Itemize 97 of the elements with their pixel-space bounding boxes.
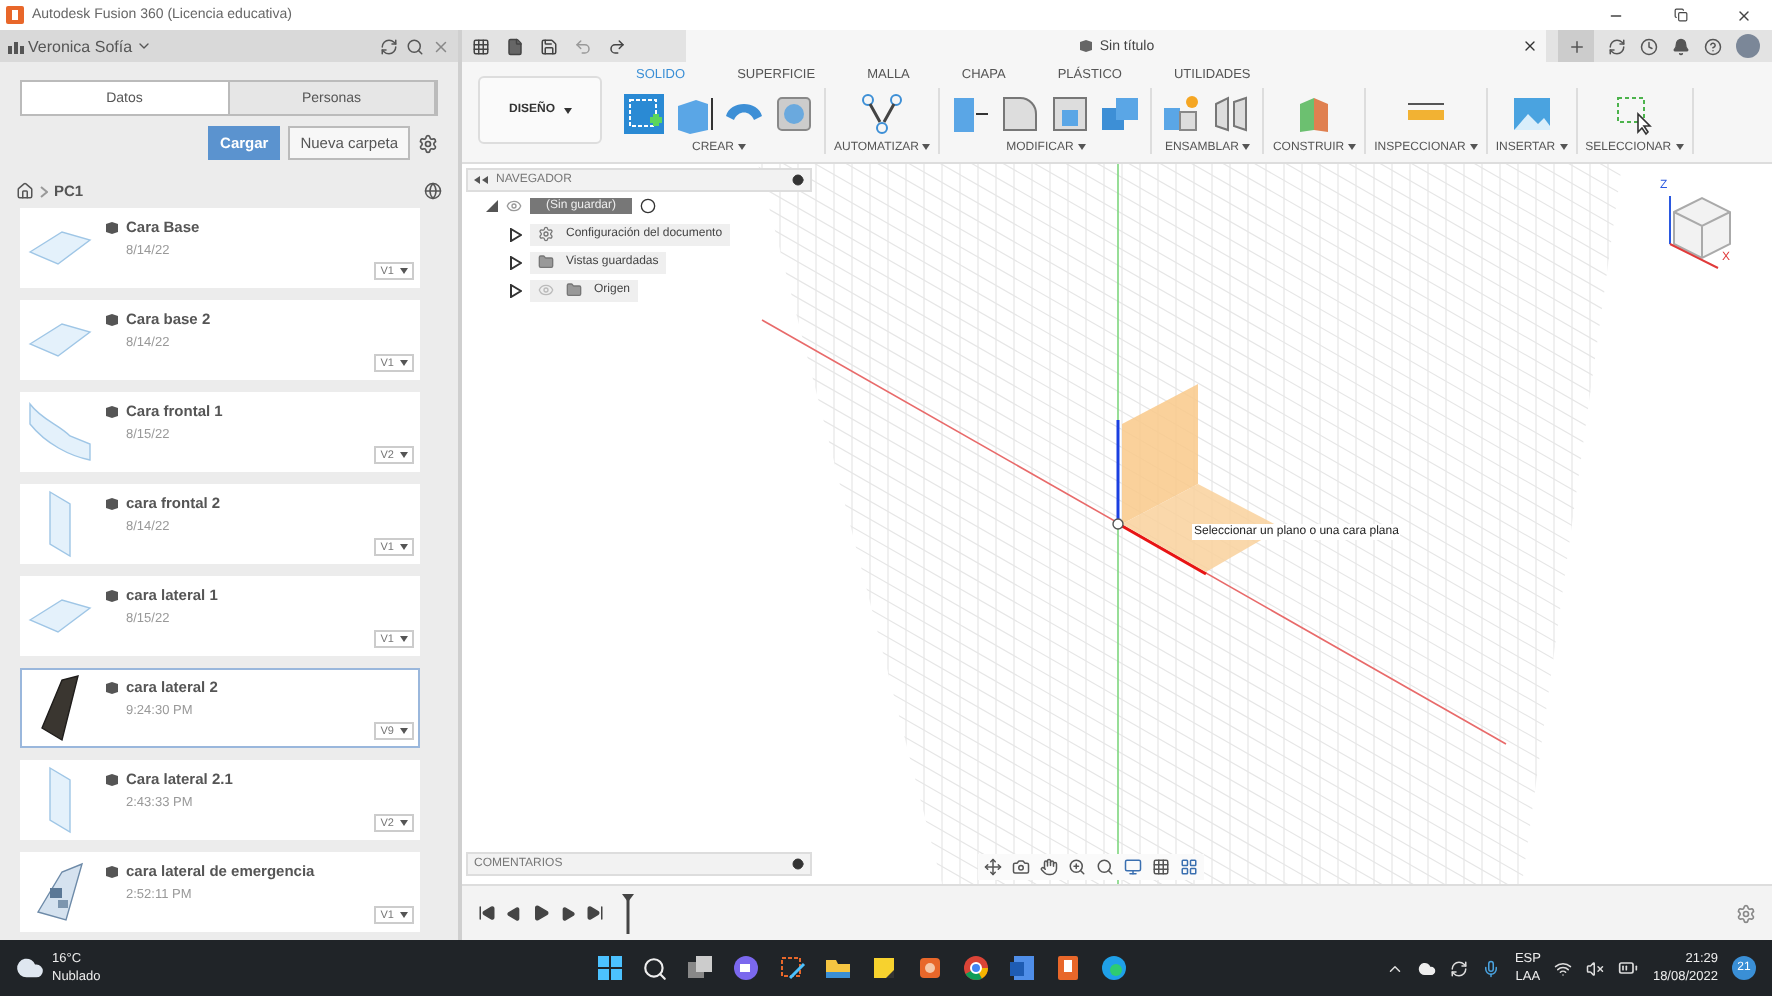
sync-icon[interactable] [1608, 37, 1626, 55]
fillet-icon[interactable] [998, 91, 1043, 135]
part-icon [104, 863, 120, 879]
close-icon[interactable] [1522, 38, 1538, 54]
muted-speaker-icon[interactable] [1586, 959, 1605, 977]
part-icon [104, 679, 120, 695]
pan-icon[interactable] [1040, 858, 1058, 876]
avatar[interactable] [1736, 34, 1760, 58]
eye-icon[interactable] [506, 198, 522, 214]
start-icon[interactable] [596, 954, 624, 982]
viewports-icon[interactable] [1180, 858, 1198, 876]
word-icon[interactable] [1008, 954, 1036, 982]
caret-icon [1077, 144, 1086, 150]
timeline-marker[interactable] [622, 893, 634, 933]
save-icon[interactable] [540, 37, 558, 55]
caret-icon [1675, 144, 1684, 150]
caret-icon [1559, 144, 1568, 150]
part-icon [104, 587, 120, 603]
clock-icon[interactable] [1640, 37, 1658, 55]
caret-icon [400, 728, 408, 734]
camera-icon[interactable] [1012, 858, 1030, 876]
microphone-icon[interactable] [1482, 959, 1501, 977]
caret-icon [1242, 144, 1251, 150]
team-icon [8, 39, 24, 53]
caret-icon [922, 144, 931, 150]
caret-icon [738, 144, 746, 150]
caret-icon [1348, 144, 1357, 150]
last-icon[interactable] [586, 904, 604, 922]
caret-icon [400, 360, 408, 366]
edge-icon[interactable] [1100, 954, 1128, 982]
folder-icon [538, 254, 554, 270]
caret-icon [400, 268, 408, 274]
expand-icon[interactable] [486, 200, 498, 212]
chevron-down-icon [136, 38, 153, 54]
grid-icon[interactable] [1152, 858, 1170, 876]
app-icon[interactable] [916, 954, 944, 982]
caret-icon [400, 636, 408, 642]
search-icon[interactable] [1096, 858, 1114, 876]
task-view-icon[interactable] [686, 954, 714, 982]
part-icon [104, 771, 120, 787]
cloud-icon[interactable] [1418, 959, 1437, 977]
apps-grid-icon[interactable] [472, 37, 490, 55]
chevron-right-icon [40, 185, 48, 197]
next-icon[interactable] [560, 905, 576, 921]
caret-icon [400, 544, 408, 550]
select-icon[interactable] [1612, 91, 1657, 135]
fusion-icon[interactable] [1054, 954, 1082, 982]
z-axis-line [1116, 420, 1120, 520]
part-icon [104, 403, 120, 419]
caret-icon [1469, 144, 1478, 150]
folder-icon[interactable] [824, 954, 852, 982]
part-icon [104, 219, 120, 235]
chrome-icon[interactable] [962, 954, 990, 982]
notification-icon[interactable] [1672, 37, 1690, 55]
plus-icon[interactable] [1567, 37, 1585, 55]
radio-icon[interactable] [640, 198, 657, 214]
battery-icon[interactable] [1618, 958, 1639, 978]
cloud-icon[interactable] [16, 954, 44, 982]
automate-icon[interactable] [860, 91, 905, 135]
collapse-icon[interactable] [474, 176, 488, 184]
part-icon [104, 311, 120, 327]
app-logo-icon [6, 6, 24, 24]
wifi-icon[interactable] [1554, 959, 1573, 977]
display-icon[interactable] [1124, 858, 1142, 876]
refresh-icon[interactable] [380, 37, 398, 55]
shell-icon[interactable] [1048, 91, 1093, 135]
help-icon[interactable] [1704, 37, 1722, 55]
redo-icon[interactable] [608, 37, 626, 55]
snipping-tool-icon[interactable] [778, 954, 806, 982]
caret-icon [400, 452, 408, 458]
previous-icon[interactable] [506, 905, 522, 921]
folder-icon [566, 282, 582, 298]
part-icon [1077, 38, 1094, 54]
zoom-icon[interactable] [1068, 858, 1086, 876]
part-icon [104, 495, 120, 511]
file-icon[interactable] [506, 37, 524, 55]
home-icon[interactable] [16, 182, 34, 200]
hole-icon[interactable] [772, 91, 816, 135]
first-icon[interactable] [478, 904, 496, 922]
settings-icon[interactable] [1736, 903, 1756, 923]
settings-icon[interactable] [418, 133, 438, 153]
caret-icon [400, 912, 408, 918]
search-icon[interactable] [642, 955, 668, 981]
close-icon[interactable] [1736, 7, 1752, 23]
origin-point[interactable] [1112, 518, 1124, 530]
globe-icon[interactable] [424, 182, 442, 200]
caret-icon [563, 107, 571, 113]
sticky-notes-icon[interactable] [870, 954, 898, 982]
play-icon[interactable] [532, 904, 550, 922]
restore-icon[interactable] [1673, 8, 1687, 22]
chat-icon[interactable] [732, 954, 760, 982]
orbit-icon[interactable] [984, 858, 1002, 876]
sketch-icon[interactable] [622, 91, 666, 135]
caret-icon [400, 820, 408, 826]
sync-icon[interactable] [1450, 959, 1469, 977]
pin-icon[interactable] [792, 174, 804, 186]
gear-icon [538, 226, 554, 242]
